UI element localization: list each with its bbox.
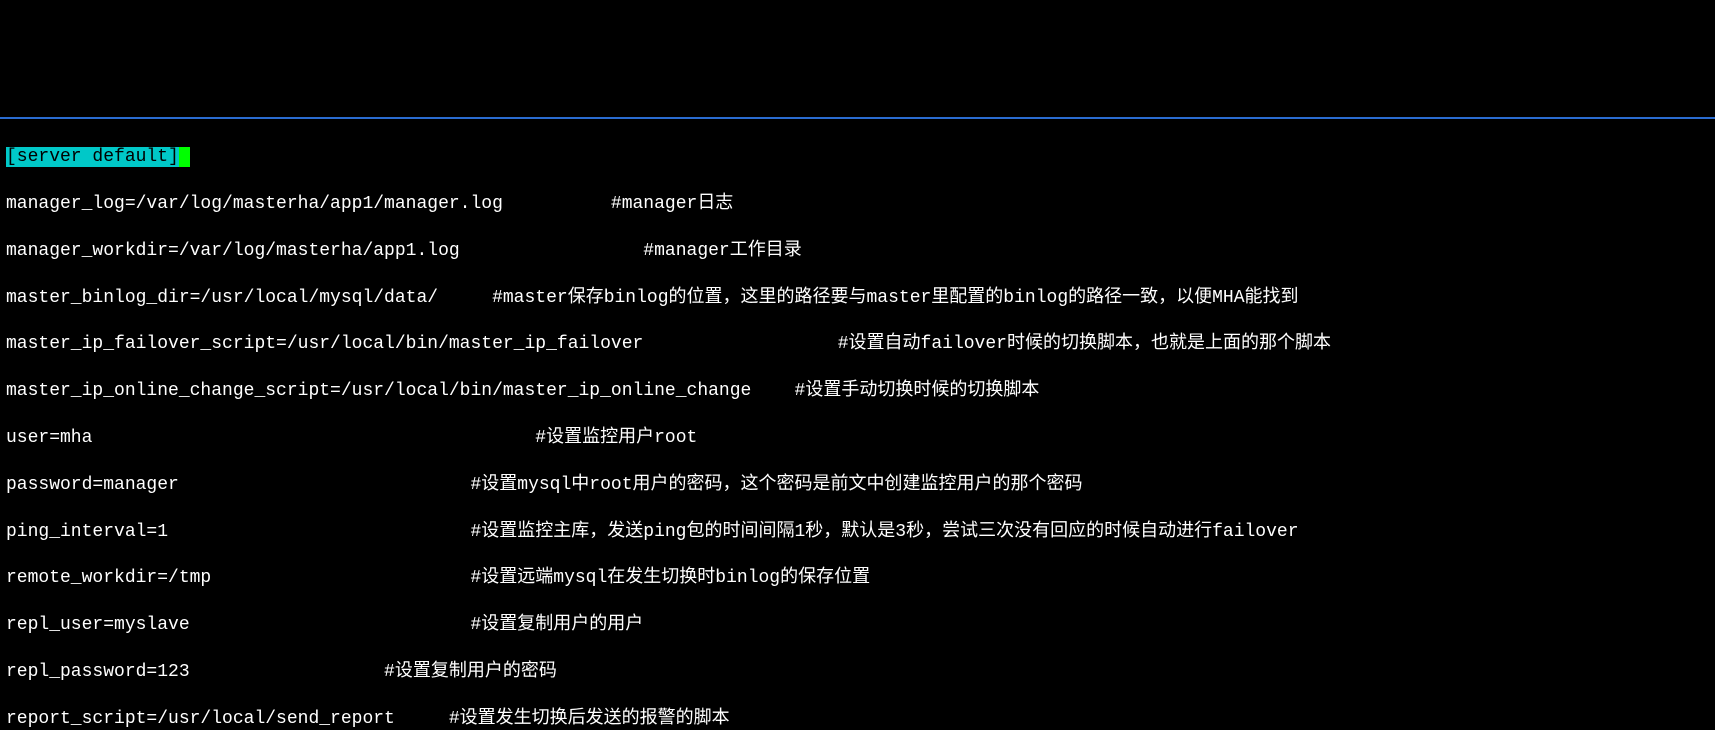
config-line: remote_workdir=/tmp #设置远端mysql在发生切换时binl… bbox=[6, 567, 1709, 590]
section-header-highlight: [server default] bbox=[6, 147, 179, 167]
config-line: repl_user=myslave #设置复制用户的用户 bbox=[6, 614, 1709, 637]
config-line: master_ip_failover_script=/usr/local/bin… bbox=[6, 333, 1709, 356]
config-line: report_script=/usr/local/send_report #设置… bbox=[6, 708, 1709, 730]
text-cursor bbox=[179, 147, 190, 167]
config-line: user=mha #设置监控用户root bbox=[6, 427, 1709, 450]
config-line: master_ip_online_change_script=/usr/loca… bbox=[6, 380, 1709, 403]
config-line: ping_interval=1 #设置监控主库，发送ping包的时间间隔1秒，默… bbox=[6, 521, 1709, 544]
config-line-header: [server default] bbox=[6, 146, 1709, 169]
config-line: manager_log=/var/log/masterha/app1/manag… bbox=[6, 193, 1709, 216]
config-line: master_binlog_dir=/usr/local/mysql/data/… bbox=[6, 287, 1709, 310]
config-line: password=manager #设置mysql中root用户的密码，这个密码… bbox=[6, 474, 1709, 497]
terminal-window[interactable]: [server default] manager_log=/var/log/ma… bbox=[0, 117, 1715, 730]
config-line: repl_password=123 #设置复制用户的密码 bbox=[6, 661, 1709, 684]
config-line: manager_workdir=/var/log/masterha/app1.l… bbox=[6, 240, 1709, 263]
